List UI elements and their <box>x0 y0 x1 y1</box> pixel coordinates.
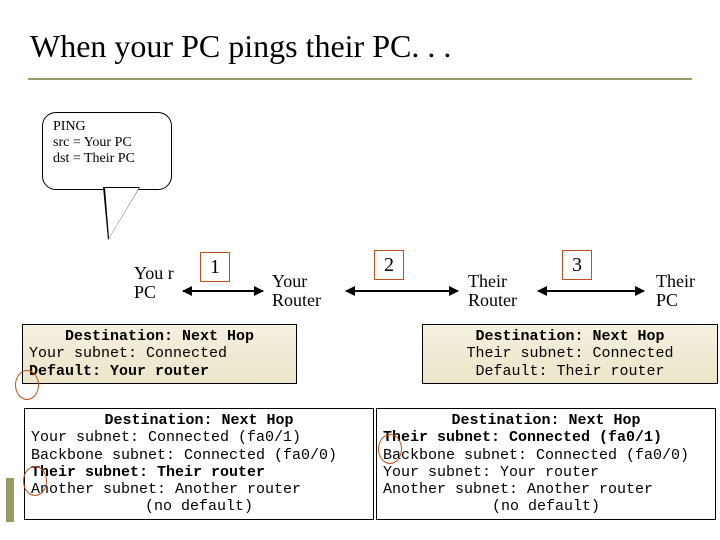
link-arrow <box>183 290 263 292</box>
hop-number-1: 1 <box>200 252 230 282</box>
table-row: Default: Your router <box>29 363 290 380</box>
hop-number-3: 3 <box>562 250 592 280</box>
ping-callout: PING src = Your PC dst = Their PC <box>42 112 172 190</box>
table-row: (no default) <box>383 498 709 515</box>
table-row: Your subnet: Connected (fa0/1) <box>31 429 367 446</box>
table-row: Their subnet: Connected <box>429 345 711 362</box>
callout-tail <box>105 188 139 238</box>
node-their-router: Their Router <box>468 272 528 310</box>
table-row: Your subnet: Connected <box>29 345 290 362</box>
table-row: Backbone subnet: Connected (fa0/0) <box>31 447 367 464</box>
link-arrow <box>538 290 644 292</box>
table-row: Your subnet: Your router <box>383 464 709 481</box>
link-arrow <box>346 290 458 292</box>
routing-table-your-router: Destination: Next Hop Your subnet: Conne… <box>24 408 374 520</box>
callout-line: src = Your PC <box>53 135 161 151</box>
decorative-bar <box>6 478 14 522</box>
node-your-pc: You r PC <box>134 264 184 302</box>
slide-title: When your PC pings their PC. . . <box>30 28 451 65</box>
title-underline <box>28 78 692 80</box>
routing-table-their-router: Destination: Next Hop Their subnet: Conn… <box>376 408 716 520</box>
table-header: Destination: Next Hop <box>429 328 711 345</box>
table-header: Destination: Next Hop <box>383 412 709 429</box>
table-row: Their subnet: Their router <box>31 464 367 481</box>
step-marker-circle <box>378 434 402 464</box>
hop-number-2: 2 <box>374 250 404 280</box>
table-row: Another subnet: Another router <box>383 481 709 498</box>
table-row: Backbone subnet: Connected (fa0/0) <box>383 447 709 464</box>
table-row: Default: Their router <box>429 363 711 380</box>
routing-table-their-pc: Destination: Next Hop Their subnet: Conn… <box>422 324 718 384</box>
node-their-pc: Their PC <box>656 272 716 310</box>
step-marker-circle <box>23 466 47 496</box>
callout-line: PING <box>53 119 161 135</box>
table-row: Their subnet: Connected (fa0/1) <box>383 429 709 446</box>
table-header: Destination: Next Hop <box>29 328 290 345</box>
table-row: Another subnet: Another router <box>31 481 367 498</box>
step-marker-circle <box>15 370 39 400</box>
routing-table-your-pc: Destination: Next Hop Your subnet: Conne… <box>22 324 297 384</box>
table-row: (no default) <box>31 498 367 515</box>
table-header: Destination: Next Hop <box>31 412 367 429</box>
callout-line: dst = Their PC <box>53 151 161 167</box>
node-your-router: Your Router <box>272 272 332 310</box>
